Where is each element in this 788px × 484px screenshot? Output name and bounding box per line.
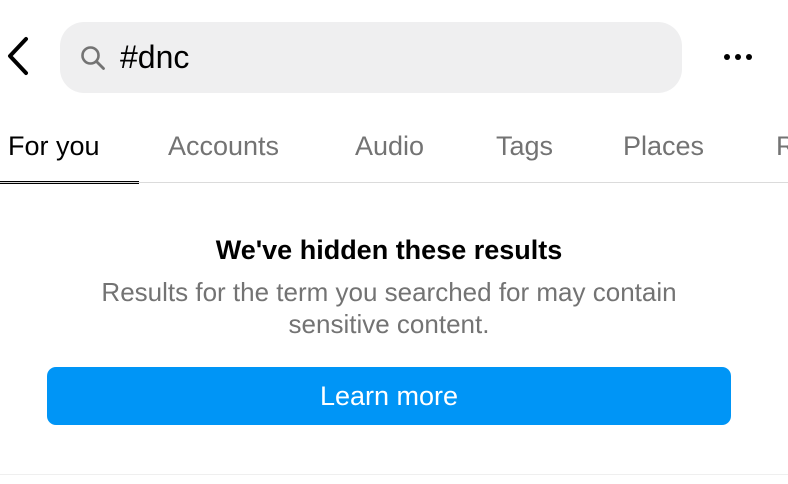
back-button[interactable] xyxy=(0,36,36,80)
tab-accounts[interactable]: Accounts xyxy=(168,110,279,182)
notice-title: We've hidden these results xyxy=(215,235,563,265)
tab-reels[interactable]: R xyxy=(776,110,788,182)
more-horizontal-icon xyxy=(724,54,730,60)
search-tabs: For you Accounts Audio Tags Places R xyxy=(0,110,788,184)
bottom-divider xyxy=(0,474,788,475)
search-results-page: For you Accounts Audio Tags Places R We'… xyxy=(0,0,788,484)
search-bar[interactable] xyxy=(60,22,682,93)
tab-audio[interactable]: Audio xyxy=(355,110,424,182)
tab-tags[interactable]: Tags xyxy=(496,110,553,182)
learn-more-button[interactable]: Learn more xyxy=(47,367,731,425)
tab-for-you[interactable]: For you xyxy=(8,110,100,182)
search-icon xyxy=(80,45,106,71)
chevron-left-icon xyxy=(5,36,31,81)
notice-body-line-2: sensitive content. xyxy=(288,309,490,339)
tabs-divider xyxy=(0,182,788,183)
notice-body: Results for the term you searched for ma… xyxy=(0,276,778,340)
notice-body-line-1: Results for the term you searched for ma… xyxy=(101,277,677,307)
search-input[interactable] xyxy=(120,35,640,80)
hidden-results-notice: We've hidden these results Results for t… xyxy=(0,230,778,340)
tab-places[interactable]: Places xyxy=(623,110,704,182)
more-options-button[interactable] xyxy=(716,42,760,72)
